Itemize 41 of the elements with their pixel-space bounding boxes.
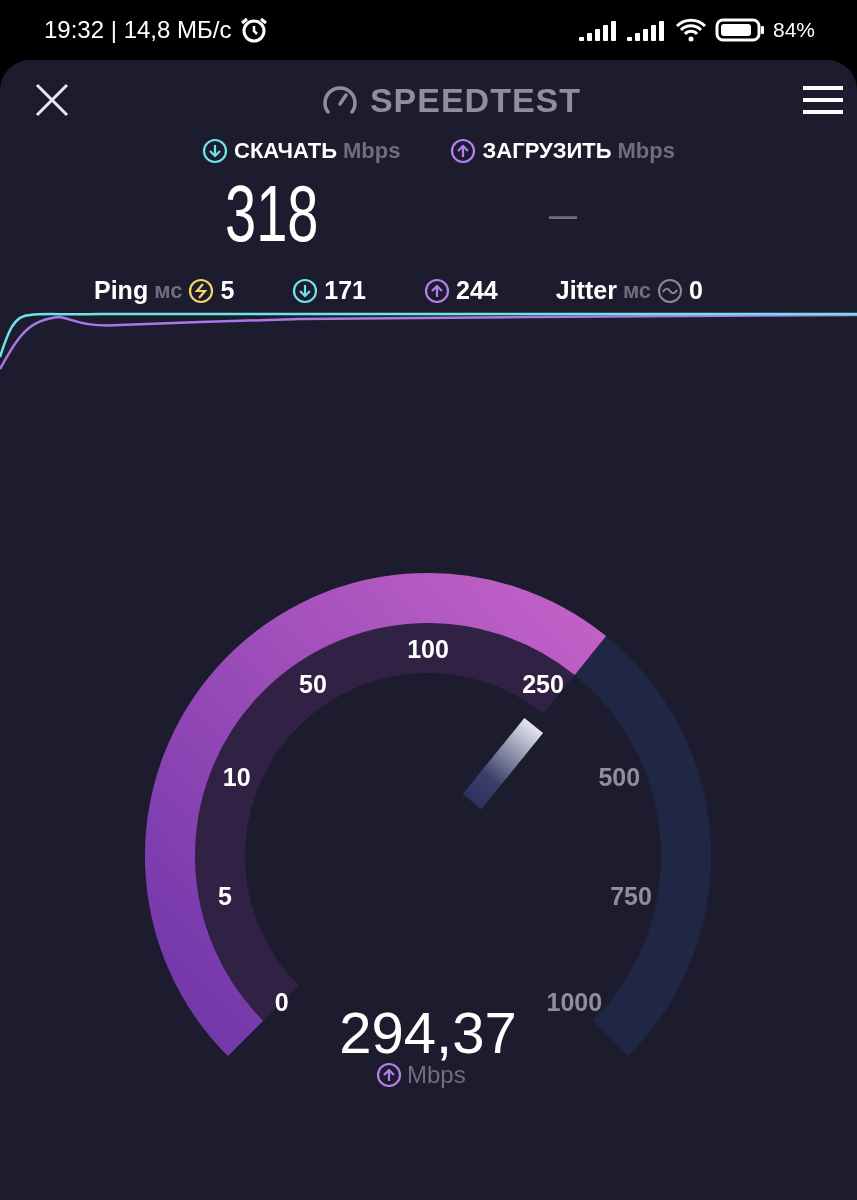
status-time: 19:32 | 14,8 МБ/с bbox=[44, 16, 232, 44]
gauge-tick-label: 0 bbox=[274, 988, 289, 1017]
wifi-icon bbox=[674, 18, 707, 42]
arrow-down-circle-icon bbox=[202, 138, 228, 164]
metric-value: — bbox=[548, 191, 577, 238]
gauge-tick-label: 1000 bbox=[546, 988, 603, 1017]
stat-unit: мс bbox=[622, 277, 652, 304]
stat-value: 0 bbox=[689, 276, 703, 305]
speedometer-icon bbox=[321, 84, 358, 116]
wave-circle-icon bbox=[657, 277, 684, 304]
arrow-up-circle-icon bbox=[376, 1062, 402, 1088]
gauge-tick-label: 750 bbox=[610, 882, 652, 911]
gauge-tick-label: 100 bbox=[407, 635, 449, 663]
battery-percent: 84% bbox=[772, 18, 815, 42]
arrow-up-circle-icon bbox=[424, 277, 450, 304]
arrow-up-circle-icon bbox=[450, 138, 477, 164]
gauge-tick-label: 10 bbox=[222, 762, 251, 791]
stat-label: Ping bbox=[94, 276, 149, 305]
arrow-down-circle-icon bbox=[292, 277, 319, 304]
gauge-tick-label: 250 bbox=[522, 669, 564, 698]
menu-button[interactable] bbox=[803, 85, 843, 115]
app-title: SPEEDTEST bbox=[369, 80, 582, 120]
metric-label: ЗАГРУЗИТЬ bbox=[482, 138, 612, 164]
ping-icon bbox=[188, 277, 215, 304]
gauge-tick-label: 5 bbox=[218, 882, 232, 911]
stat-value: 171 bbox=[324, 276, 366, 305]
metric-unit: Mbps bbox=[617, 138, 675, 164]
stat-label: Jitter bbox=[555, 276, 617, 305]
signal-icon bbox=[626, 19, 667, 41]
close-button[interactable] bbox=[34, 82, 70, 118]
metric-label: СКАЧАТЬ bbox=[234, 138, 338, 164]
stat-value: 5 bbox=[220, 276, 235, 305]
signal-icon bbox=[578, 19, 619, 41]
metric-unit: Mbps bbox=[343, 138, 401, 164]
metric-value: 318 bbox=[224, 168, 318, 260]
alarm-clock-icon bbox=[239, 16, 270, 44]
gauge-tick-label: 50 bbox=[299, 669, 327, 698]
gauge-tick-label: 500 bbox=[598, 762, 641, 791]
battery-icon bbox=[714, 18, 765, 42]
stat-value: 244 bbox=[456, 276, 498, 305]
stat-unit: мс bbox=[154, 277, 183, 304]
